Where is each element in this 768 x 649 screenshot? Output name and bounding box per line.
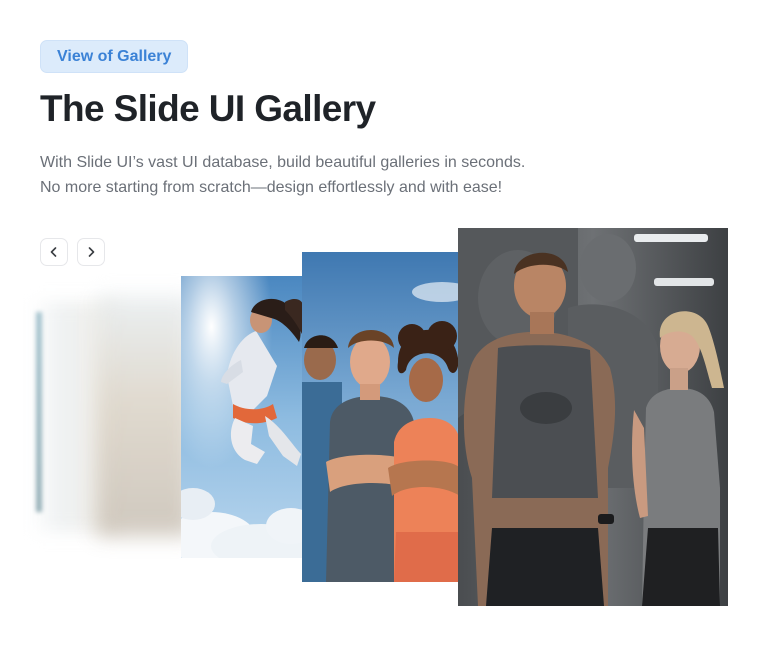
friends-image — [302, 252, 460, 582]
chevron-left-icon — [50, 247, 57, 257]
page-subtitle: With Slide UI’s vast UI database, build … — [40, 150, 600, 200]
subtitle-line-1: With Slide UI’s vast UI database, build … — [40, 154, 526, 171]
gallery-slide-gym[interactable] — [458, 228, 728, 606]
view-gallery-badge[interactable]: View of Gallery — [40, 40, 189, 73]
gallery-slide-jumping-woman[interactable] — [181, 276, 303, 558]
gallery-slide-blurred-2[interactable] — [96, 296, 192, 536]
subtitle-line-2: No more starting from scratch—design eff… — [40, 179, 503, 196]
page-title: The Slide UI Gallery — [40, 88, 376, 129]
gallery-slide-friends[interactable] — [302, 252, 460, 582]
previous-slide-button[interactable] — [40, 238, 68, 266]
next-slide-button[interactable] — [77, 238, 105, 266]
gallery-slide-blurred-edge — [36, 312, 42, 512]
gallery-page: View of Gallery The Slide UI Gallery Wit… — [0, 0, 768, 649]
gym-image — [458, 228, 728, 606]
jumping-woman-image — [181, 276, 303, 558]
chevron-right-icon — [88, 247, 95, 257]
